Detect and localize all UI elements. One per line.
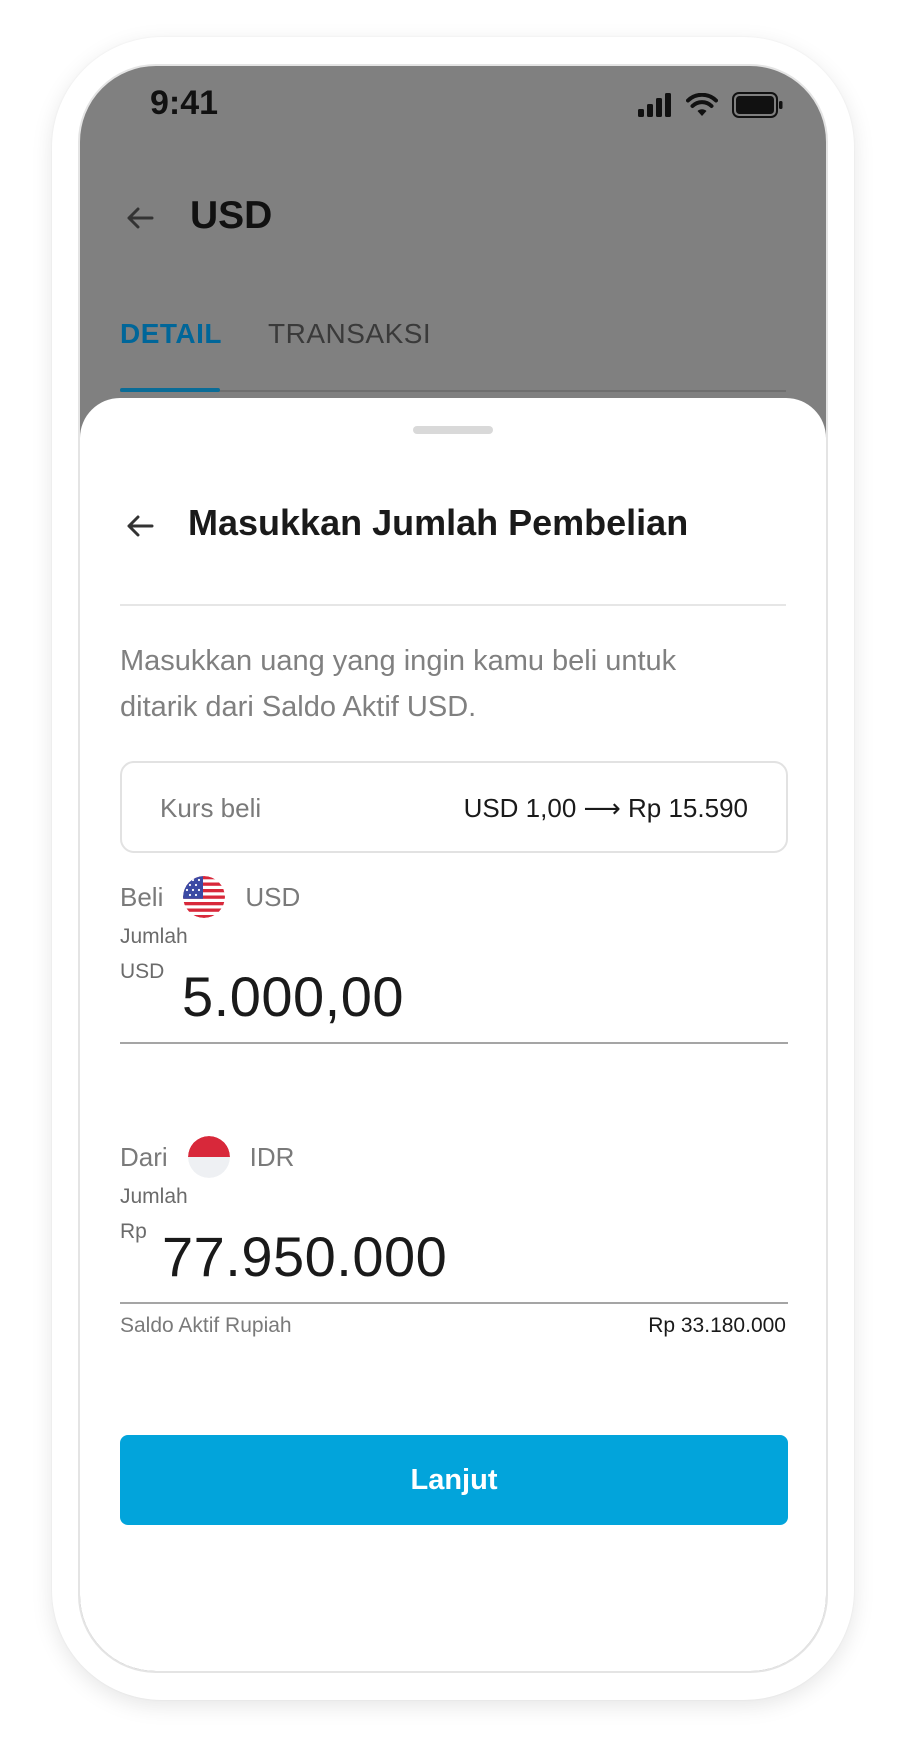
- indonesia-flag-icon: [187, 1136, 230, 1178]
- from-amount-input[interactable]: Rp 77.950.000: [120, 1220, 788, 1304]
- active-tab-indicator: [120, 388, 220, 392]
- app-screen: 9:41 USD DETAIL TRANSAKSI Masukkan Jumla…: [78, 64, 828, 1673]
- status-time: 9:41: [150, 84, 219, 122]
- buy-currency-code: USD: [245, 881, 301, 912]
- buy-label: Beli: [120, 881, 164, 912]
- page-title: USD: [190, 194, 273, 237]
- tab-detail[interactable]: DETAIL: [120, 318, 222, 350]
- rate-label: Kurs beli: [160, 793, 262, 823]
- us-flag-icon: [183, 876, 226, 918]
- from-amount-value: 77.950.000: [162, 1225, 448, 1288]
- from-amount-prefix: Rp: [120, 1220, 147, 1243]
- sheet-description: Masukkan uang yang ingin kamu beli untuk…: [120, 645, 677, 723]
- wifi-icon: [686, 93, 718, 116]
- rate-value: USD 1,00 ⟶ Rp 15.590: [463, 793, 748, 823]
- buy-amount-value: 5.000,00: [182, 965, 404, 1028]
- sheet-back-arrow-icon[interactable]: [120, 506, 160, 546]
- sheet-drag-handle[interactable]: [413, 426, 493, 434]
- balance-value: Rp 33.180.000: [648, 1314, 786, 1337]
- tab-transaksi[interactable]: TRANSAKSI: [268, 318, 431, 350]
- sheet-title: Masukkan Jumlah Pembelian: [188, 502, 689, 543]
- exchange-rate-box: Kurs beli USD 1,00 ⟶ Rp 15.590: [120, 761, 788, 853]
- from-amount-label: Jumlah: [120, 1185, 188, 1208]
- balance-label: Saldo Aktif Rupiah: [120, 1314, 292, 1337]
- buy-amount-prefix: USD: [120, 960, 165, 983]
- status-icons: [638, 92, 784, 118]
- purchase-bottom-sheet: Masukkan Jumlah Pembelian Masukkan uang …: [80, 398, 826, 1671]
- from-label: Dari: [120, 1141, 168, 1172]
- from-currency-row: Dari IDR: [120, 1136, 294, 1178]
- continue-button[interactable]: Lanjut: [120, 1435, 788, 1525]
- buy-amount-input[interactable]: USD 5.000,00: [120, 960, 788, 1044]
- battery-icon: [732, 92, 783, 118]
- tab-bar: DETAIL TRANSAKSI: [120, 318, 786, 392]
- back-arrow-icon[interactable]: [120, 198, 160, 238]
- divider: [120, 604, 786, 606]
- from-currency-code: IDR: [249, 1141, 295, 1172]
- cellular-signal-icon: [638, 93, 671, 117]
- buy-amount-label: Jumlah: [120, 925, 188, 948]
- buy-currency-row: Beli USD: [120, 876, 300, 918]
